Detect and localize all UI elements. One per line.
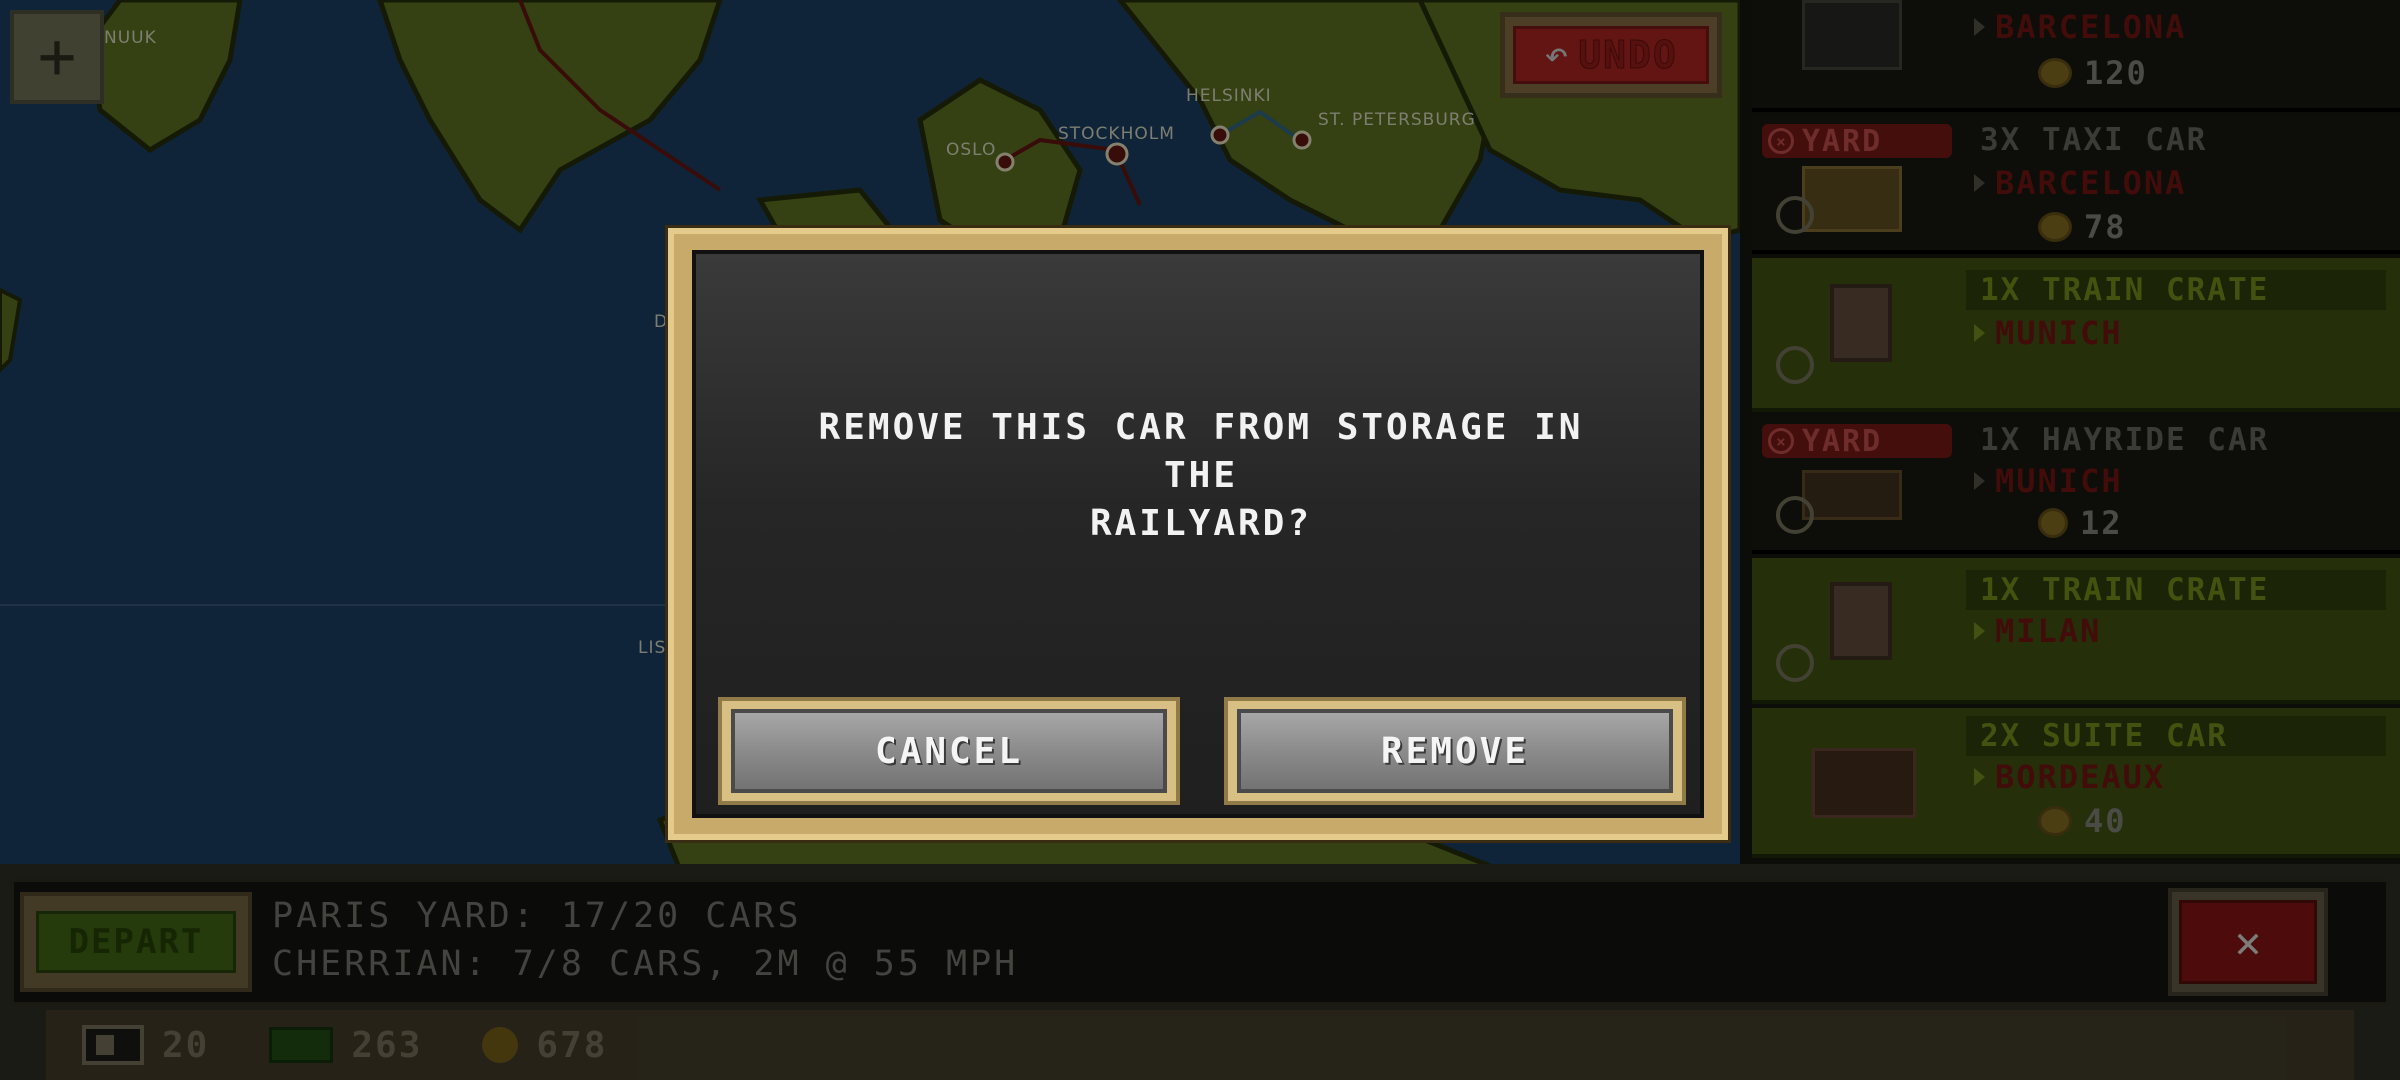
arrow-right-icon bbox=[1974, 472, 1985, 490]
car-payout: 12 bbox=[2038, 504, 2123, 542]
arrow-right-icon bbox=[1974, 768, 1985, 786]
zoom-in-button[interactable]: + bbox=[10, 10, 104, 104]
cancel-button-label: CANCEL bbox=[731, 709, 1167, 793]
gold-coin-icon bbox=[2038, 508, 2068, 538]
yard-badge[interactable]: × YARD bbox=[1762, 423, 1952, 459]
arrow-right-icon bbox=[1974, 174, 1985, 192]
gold-coin-icon bbox=[2038, 806, 2072, 836]
arrow-right-icon bbox=[1974, 324, 1985, 342]
car-destination: BARCELONA bbox=[1974, 8, 2186, 46]
car-list-item[interactable]: BARCELONA 120 bbox=[1752, 0, 2400, 112]
undo-arrow-icon: ↶ bbox=[1544, 32, 1569, 78]
yard-status: PARIS YARD: 17/20 CARS bbox=[272, 896, 802, 936]
car-payout: 78 bbox=[2038, 208, 2127, 246]
city-label-partial-lis: LIS bbox=[638, 638, 667, 658]
dialog-message: REMOVE THIS CAR FROM STORAGE IN THE RAIL… bbox=[818, 407, 1584, 544]
car-destination: BORDEAUX bbox=[1974, 758, 2165, 796]
remove-button-label: REMOVE bbox=[1237, 709, 1673, 793]
arrow-right-icon bbox=[1974, 622, 1985, 640]
cancel-button[interactable]: CANCEL bbox=[718, 697, 1180, 805]
car-destination: MUNICH bbox=[1974, 462, 2123, 500]
gold-coin-icon bbox=[2038, 212, 2072, 242]
car-list-item[interactable]: × YARD 1X HAYRIDE CAR MUNICH 12 bbox=[1752, 416, 2400, 554]
depart-button[interactable]: DEPART bbox=[20, 892, 252, 992]
undo-button[interactable]: ↶ UNDO bbox=[1500, 12, 1722, 98]
close-x-icon: ✕ bbox=[2179, 900, 2317, 984]
car-name: 1X TRAIN CRATE bbox=[1966, 570, 2386, 610]
yard-badge-label: YARD bbox=[1802, 123, 1883, 159]
car-list-item[interactable]: 1X TRAIN CRATE MUNICH bbox=[1752, 258, 2400, 412]
cars-count: 20 bbox=[82, 1025, 209, 1066]
car-list-item[interactable]: 2X SUITE CAR BORDEAUX 40 bbox=[1752, 708, 2400, 858]
city-label-oslo: OSLO bbox=[946, 140, 997, 160]
car-name: 1X HAYRIDE CAR bbox=[1966, 420, 2386, 460]
car-destination: MUNICH bbox=[1974, 314, 2123, 352]
passenger-car-thumbnail bbox=[1802, 0, 1902, 70]
taxi-car-thumbnail bbox=[1802, 166, 1902, 232]
train-crate-thumbnail bbox=[1830, 284, 1892, 362]
car-destination: BARCELONA bbox=[1974, 164, 2186, 202]
cash-icon bbox=[269, 1027, 334, 1063]
car-list-panel[interactable]: BARCELONA 120 × YARD 3X TAXI CAR BARCELON… bbox=[1740, 0, 2400, 870]
yard-badge-label: YARD bbox=[1802, 423, 1883, 459]
lock-icon bbox=[1776, 644, 1814, 682]
train-status: CHERRIAN: 7/8 CARS, 2M @ 55 MPH bbox=[272, 944, 1019, 984]
plus-icon: + bbox=[37, 20, 77, 94]
city-label-nuuk: NUUK bbox=[104, 28, 157, 48]
train-car-icon bbox=[82, 1025, 144, 1065]
suite-car-thumbnail bbox=[1812, 748, 1916, 818]
remove-x-icon: × bbox=[1768, 128, 1794, 154]
arrow-right-icon bbox=[1974, 18, 1985, 36]
undo-label: UNDO bbox=[1578, 33, 1678, 78]
depart-label: DEPART bbox=[36, 911, 236, 973]
car-name: 1X TRAIN CRATE bbox=[1966, 270, 2386, 310]
cash-count: 263 bbox=[269, 1025, 422, 1066]
bottom-bar: DEPART PARIS YARD: 17/20 CARS CHERRIAN: … bbox=[0, 864, 2400, 1080]
close-button[interactable]: ✕ bbox=[2168, 888, 2328, 996]
city-label-helsinki: HELSINKI bbox=[1186, 86, 1272, 106]
remove-x-icon: × bbox=[1768, 428, 1794, 454]
car-list-item[interactable]: × YARD 3X TAXI CAR BARCELONA 78 bbox=[1752, 116, 2400, 254]
car-payout: 40 bbox=[2038, 802, 2127, 840]
city-label-st-petersburg: ST. PETERSBURG bbox=[1318, 110, 1476, 130]
lock-icon bbox=[1776, 496, 1814, 534]
car-list-item[interactable]: 1X TRAIN CRATE MILAN bbox=[1752, 558, 2400, 704]
car-payout: 120 bbox=[2038, 54, 2148, 92]
train-crate-thumbnail bbox=[1830, 582, 1892, 660]
lock-icon bbox=[1776, 346, 1814, 384]
lock-icon bbox=[1776, 196, 1814, 234]
hayride-car-thumbnail bbox=[1802, 470, 1902, 520]
car-name: 3X TAXI CAR bbox=[1966, 120, 2386, 160]
resource-bar: 20 263 678 bbox=[46, 1010, 2354, 1080]
undo-button-face[interactable]: ↶ UNDO bbox=[1513, 26, 1709, 84]
car-name: 2X SUITE CAR bbox=[1966, 716, 2386, 756]
car-destination: MILAN bbox=[1974, 612, 2101, 650]
gold-count: 678 bbox=[482, 1025, 607, 1066]
yard-badge[interactable]: × YARD bbox=[1762, 123, 1952, 159]
city-label-stockholm: STOCKHOLM bbox=[1058, 124, 1175, 144]
confirm-dialog: REMOVE THIS CAR FROM STORAGE IN THE RAIL… bbox=[668, 228, 1728, 840]
city-label-partial-d: D bbox=[654, 312, 669, 332]
gold-coin-icon bbox=[482, 1027, 519, 1063]
gold-coin-icon bbox=[2038, 58, 2072, 88]
remove-button[interactable]: REMOVE bbox=[1224, 697, 1686, 805]
